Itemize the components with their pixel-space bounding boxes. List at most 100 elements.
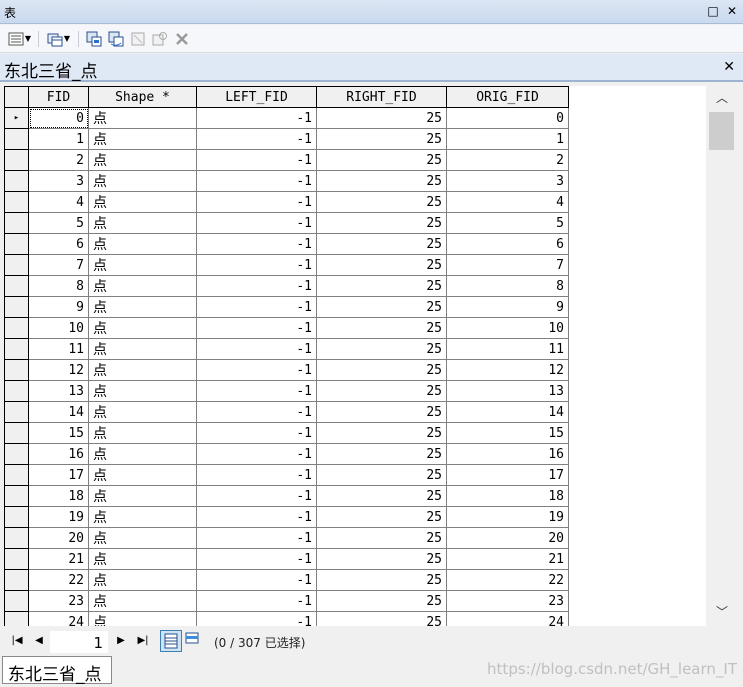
cell-fid[interactable]: 8 — [28, 275, 89, 297]
cell-right-fid[interactable]: 25 — [316, 548, 447, 570]
cell-right-fid[interactable]: 25 — [316, 191, 447, 213]
table-row[interactable]: 18 点 -1 25 18 — [4, 485, 569, 507]
cell-shape[interactable]: 点 — [88, 506, 197, 528]
cell-orig-fid[interactable]: 11 — [446, 338, 569, 360]
row-selector[interactable] — [4, 590, 29, 612]
table-row[interactable]: 1 点 -1 25 1 — [4, 128, 569, 150]
column-header-right-fid[interactable]: RIGHT_FID — [316, 86, 447, 108]
cell-orig-fid[interactable]: 23 — [446, 590, 569, 612]
last-record-icon[interactable]: ▶| — [136, 633, 150, 649]
cell-shape[interactable]: 点 — [88, 548, 197, 570]
cell-orig-fid[interactable]: 0 — [446, 107, 569, 129]
table-row[interactable]: 19 点 -1 25 19 — [4, 506, 569, 528]
cell-shape[interactable]: 点 — [88, 107, 197, 129]
row-selector[interactable] — [4, 359, 29, 381]
cell-orig-fid[interactable]: 16 — [446, 443, 569, 465]
cell-shape[interactable]: 点 — [88, 569, 197, 591]
row-selector[interactable] — [4, 296, 29, 318]
cell-fid[interactable]: 21 — [28, 548, 89, 570]
column-header-fid[interactable]: FID — [28, 86, 89, 108]
cell-shape[interactable]: 点 — [88, 170, 197, 192]
table-tab-bottom[interactable]: 东北三省_点 — [2, 656, 112, 685]
cell-left-fid[interactable]: -1 — [196, 254, 317, 276]
cell-shape[interactable]: 点 — [88, 275, 197, 297]
cell-orig-fid[interactable]: 13 — [446, 380, 569, 402]
cell-shape[interactable]: 点 — [88, 128, 197, 150]
column-header-left-fid[interactable]: LEFT_FID — [196, 86, 317, 108]
cell-left-fid[interactable]: -1 — [196, 149, 317, 171]
row-selector[interactable] — [4, 317, 29, 339]
cell-right-fid[interactable]: 25 — [316, 422, 447, 444]
cell-fid[interactable]: 6 — [28, 233, 89, 255]
table-row[interactable]: 5 点 -1 25 5 — [4, 212, 569, 234]
scroll-down-icon[interactable]: ﹀ — [714, 604, 730, 620]
cell-left-fid[interactable]: -1 — [196, 128, 317, 150]
row-selector[interactable] — [4, 569, 29, 591]
cell-shape[interactable]: 点 — [88, 359, 197, 381]
cell-fid[interactable]: 22 — [28, 569, 89, 591]
cell-right-fid[interactable]: 25 — [316, 485, 447, 507]
show-selected-records-button[interactable] — [184, 630, 206, 652]
table-row[interactable]: 3 点 -1 25 3 — [4, 170, 569, 192]
scrollbar-thumb[interactable] — [709, 112, 734, 150]
cell-left-fid[interactable]: -1 — [196, 317, 317, 339]
first-record-icon[interactable]: |◀ — [10, 633, 24, 649]
cell-right-fid[interactable]: 25 — [316, 275, 447, 297]
cell-left-fid[interactable]: -1 — [196, 191, 317, 213]
row-selector[interactable] — [4, 212, 29, 234]
cell-fid[interactable]: 17 — [28, 464, 89, 486]
cell-fid[interactable]: 16 — [28, 443, 89, 465]
table-row[interactable]: 16 点 -1 25 16 — [4, 443, 569, 465]
row-selector[interactable] — [4, 506, 29, 528]
cell-shape[interactable]: 点 — [88, 611, 197, 626]
cell-orig-fid[interactable]: 5 — [446, 212, 569, 234]
table-row[interactable]: 23 点 -1 25 23 — [4, 590, 569, 612]
cell-fid[interactable]: 0 — [28, 107, 89, 129]
row-selector[interactable] — [4, 485, 29, 507]
cell-left-fid[interactable]: -1 — [196, 233, 317, 255]
cell-fid[interactable]: 5 — [28, 212, 89, 234]
cell-left-fid[interactable]: -1 — [196, 275, 317, 297]
cell-right-fid[interactable]: 25 — [316, 401, 447, 423]
cell-orig-fid[interactable]: 3 — [446, 170, 569, 192]
cell-right-fid[interactable]: 25 — [316, 149, 447, 171]
show-all-records-button[interactable] — [160, 630, 182, 652]
cell-orig-fid[interactable]: 17 — [446, 464, 569, 486]
cell-left-fid[interactable]: -1 — [196, 548, 317, 570]
row-selector[interactable] — [4, 422, 29, 444]
cell-orig-fid[interactable]: 10 — [446, 317, 569, 339]
cell-shape[interactable]: 点 — [88, 233, 197, 255]
cell-fid[interactable]: 10 — [28, 317, 89, 339]
table-row[interactable]: 22 点 -1 25 22 — [4, 569, 569, 591]
cell-fid[interactable]: 15 — [28, 422, 89, 444]
cell-shape[interactable]: 点 — [88, 527, 197, 549]
cell-orig-fid[interactable]: 18 — [446, 485, 569, 507]
cell-orig-fid[interactable]: 20 — [446, 527, 569, 549]
cell-right-fid[interactable]: 25 — [316, 170, 447, 192]
row-selector[interactable] — [4, 233, 29, 255]
cell-fid[interactable]: 20 — [28, 527, 89, 549]
cell-shape[interactable]: 点 — [88, 485, 197, 507]
column-header-orig-fid[interactable]: ORIG_FID — [446, 86, 569, 108]
cell-left-fid[interactable]: -1 — [196, 422, 317, 444]
cell-left-fid[interactable]: -1 — [196, 338, 317, 360]
next-record-icon[interactable]: ▶ — [114, 633, 128, 649]
cell-left-fid[interactable]: -1 — [196, 359, 317, 381]
cell-fid[interactable]: 7 — [28, 254, 89, 276]
cell-orig-fid[interactable]: 7 — [446, 254, 569, 276]
row-selector[interactable] — [4, 191, 29, 213]
cell-shape[interactable]: 点 — [88, 149, 197, 171]
cell-fid[interactable]: 14 — [28, 401, 89, 423]
table-row[interactable]: 8 点 -1 25 8 — [4, 275, 569, 297]
row-selector[interactable] — [4, 443, 29, 465]
cell-left-fid[interactable]: -1 — [196, 212, 317, 234]
cell-left-fid[interactable]: -1 — [196, 485, 317, 507]
row-selector[interactable] — [4, 128, 29, 150]
column-header-shape[interactable]: Shape * — [88, 86, 197, 108]
cell-fid[interactable]: 9 — [28, 296, 89, 318]
table-row[interactable]: 20 点 -1 25 20 — [4, 527, 569, 549]
cell-shape[interactable]: 点 — [88, 338, 197, 360]
table-row[interactable]: 15 点 -1 25 15 — [4, 422, 569, 444]
cell-left-fid[interactable]: -1 — [196, 569, 317, 591]
zoom-to-selected-button[interactable] — [150, 29, 170, 49]
